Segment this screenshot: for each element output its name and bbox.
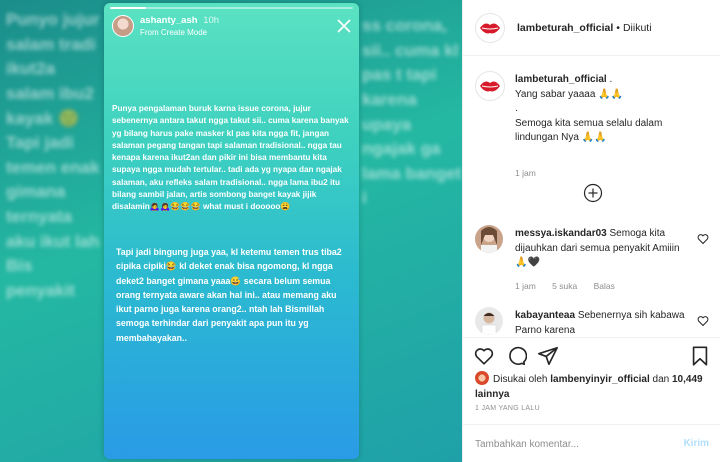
person-avatar-icon — [475, 307, 503, 335]
story-avatar[interactable] — [112, 15, 134, 37]
caption-line-1: . — [609, 74, 613, 85]
comment-username[interactable]: messya.iskandar03 — [515, 228, 607, 239]
liked-by-and: dan — [652, 374, 670, 385]
caption-username[interactable]: lambeturah_official — [515, 74, 607, 85]
caption-line-3: . — [515, 103, 518, 114]
person-avatar-icon — [475, 225, 503, 253]
story-viewer: Punyo jujur salam tradi ikut2a salam ibu… — [0, 0, 462, 462]
caption-line-4: Semoga kita semua selalu dalam lindungan… — [515, 117, 663, 144]
comment-text: kabayanteaa Sebenernya sih kabawa Parno … — [515, 309, 685, 336]
comment-time: 1 jam — [515, 281, 536, 291]
comment-bubble-icon[interactable] — [505, 345, 527, 367]
share-paper-plane-icon[interactable] — [537, 345, 559, 367]
post-actions: Disukai oleh lambenyinyir_official dan 1… — [463, 337, 720, 462]
blurred-background-text-right: ss corona, sii.. cuma kl pas t tapi kare… — [362, 16, 462, 208]
story-card[interactable]: ashanty_ash 10h From Create Mode Punya p… — [104, 3, 359, 459]
story-text-paragraph-2: Tapi jadi bingung juga yaa, kl ketemu te… — [116, 247, 342, 343]
story-subtitle: From Create Mode — [140, 28, 208, 37]
comment-likes[interactable]: 5 suka — [552, 281, 577, 291]
follow-status-button[interactable]: Diikuti — [623, 22, 652, 34]
comment-text: messya.iskandar03 Semoga kita dijauhkan … — [515, 227, 685, 271]
story-time: 10h — [203, 15, 220, 26]
liked-by-text: Disukai oleh lambenyinyir_official dan 1… — [475, 371, 711, 402]
add-comment-bar: Kirim — [463, 424, 720, 462]
action-icons-row — [473, 345, 711, 369]
post-panel: lambeturah_official • Diikuti lambeturah… — [462, 0, 720, 462]
comment-input[interactable] — [475, 435, 665, 453]
comments-section[interactable]: lambeturah_official . Yang sabar yaaaa 🙏… — [463, 57, 720, 336]
heart-icon[interactable] — [697, 315, 709, 327]
like-heart-icon[interactable] — [473, 345, 495, 367]
comment-meta: 1 jam 5 suka Balas — [515, 281, 629, 291]
post-time-ago: 1 JAM YANG LALU — [475, 405, 540, 412]
post-comment-button[interactable]: Kirim — [683, 438, 709, 449]
liked-by-prefix: Disukai oleh — [493, 374, 548, 385]
story-progress-fill — [110, 7, 147, 9]
caption-time: 1 jam — [515, 168, 536, 178]
close-icon[interactable] — [335, 17, 353, 35]
save-bookmark-icon[interactable] — [689, 345, 711, 367]
lips-logo-icon — [480, 23, 500, 33]
reply-button[interactable]: Balas — [594, 281, 615, 291]
caption-text: lambeturah_official . Yang sabar yaaaa 🙏… — [515, 73, 705, 146]
post-header: lambeturah_official • Diikuti — [463, 0, 720, 56]
separator-dot: • — [616, 21, 620, 34]
commenter-avatar[interactable] — [475, 307, 503, 335]
caption-avatar[interactable] — [475, 71, 505, 101]
blurred-background-text-left: Punyo jujur salam tradi ikut2a salam ibu… — [6, 10, 100, 301]
comment-username[interactable]: kabayanteaa — [515, 310, 575, 321]
heart-icon[interactable] — [697, 233, 709, 245]
account-avatar[interactable] — [475, 12, 505, 43]
caption-line-2: Yang sabar yaaaa 🙏🙏 — [515, 88, 624, 100]
story-text-paragraph-1: Punya pengalaman buruk karna issue coron… — [112, 104, 349, 212]
story-progress-bar — [110, 7, 353, 9]
liker-avatar[interactable] — [475, 371, 489, 385]
load-more-comments-icon[interactable] — [583, 183, 603, 203]
story-username[interactable]: ashanty_ash — [140, 15, 198, 26]
commenter-avatar[interactable] — [475, 225, 503, 253]
liked-by-user[interactable]: lambenyinyir_official — [550, 374, 649, 385]
lips-logo-icon — [480, 81, 500, 92]
account-handle[interactable]: lambeturah_official — [517, 22, 613, 34]
story-user-info: ashanty_ash 10h — [140, 15, 219, 26]
